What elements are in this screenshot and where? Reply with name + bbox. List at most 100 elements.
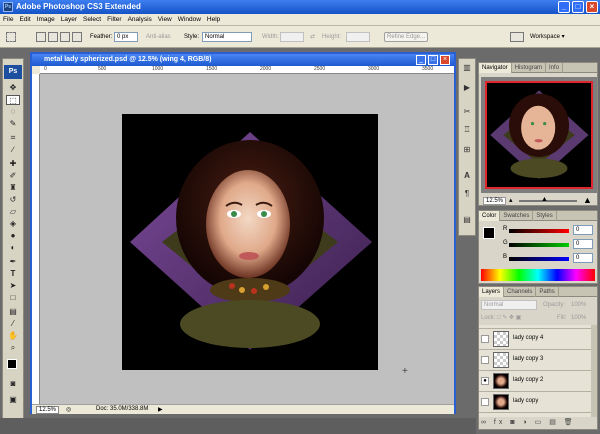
layer-name[interactable]: lady copy 2: [513, 377, 543, 383]
hand-tool-icon[interactable]: ✋: [6, 331, 20, 341]
paint-bucket-tool-icon[interactable]: ◈: [6, 219, 20, 229]
layer-name[interactable]: lady copy 3: [513, 356, 543, 362]
tab-swatches[interactable]: Swatches: [500, 211, 534, 221]
navigator-view-frame[interactable]: [485, 81, 593, 189]
eyedropper-sample-tool-icon[interactable]: ⁄: [6, 319, 20, 329]
subtract-selection-icon[interactable]: [60, 32, 70, 42]
lock-icons[interactable]: □ ✎ ✥ ▣: [497, 313, 521, 323]
channel-r-slider[interactable]: [509, 229, 569, 233]
navigator-zoom-slider[interactable]: [519, 200, 577, 202]
tab-layers[interactable]: Layers: [479, 287, 505, 297]
navigator-thumbnail[interactable]: [481, 77, 597, 193]
path-selection-tool-icon[interactable]: ➤: [6, 281, 20, 291]
menu-layer[interactable]: Layer: [58, 14, 80, 26]
blend-mode-select[interactable]: Normal: [481, 300, 537, 310]
marquee-tool-icon[interactable]: ⬚: [6, 95, 20, 105]
close-button[interactable]: ×: [586, 1, 598, 13]
layer-row[interactable]: lady copy 3: [479, 350, 591, 371]
tab-info[interactable]: Info: [546, 63, 564, 73]
refine-edge-button[interactable]: Refine Edge...: [384, 32, 428, 42]
layer-row[interactable]: lady copy: [479, 392, 591, 413]
lasso-tool-icon[interactable]: ◌: [6, 107, 20, 117]
quick-selection-tool-icon[interactable]: ✎: [6, 119, 20, 129]
visibility-toggle[interactable]: [481, 335, 489, 343]
doc-close-button[interactable]: ×: [440, 55, 450, 65]
menu-help[interactable]: Help: [204, 14, 223, 26]
color-spectrum-bar[interactable]: [481, 269, 595, 281]
channel-r-input[interactable]: 0: [573, 225, 593, 235]
history-brush-tool-icon[interactable]: ↺: [6, 195, 20, 205]
notes-tool-icon[interactable]: ▤: [6, 307, 20, 317]
marquee-tool-preset-icon[interactable]: [6, 32, 16, 42]
menu-filter[interactable]: Filter: [104, 14, 124, 26]
pen-tool-icon[interactable]: ✒: [6, 257, 20, 267]
menu-analysis[interactable]: Analysis: [125, 14, 155, 26]
zoom-out-icon[interactable]: ▴: [509, 197, 513, 204]
tab-navigator[interactable]: Navigator: [479, 63, 512, 73]
zoom-in-icon[interactable]: ▲: [583, 195, 592, 205]
clone-stamp-tool-icon[interactable]: ♜: [6, 183, 20, 193]
antialias-checkbox[interactable]: Anti-alias: [146, 32, 171, 42]
color-fg-swatch[interactable]: [483, 227, 495, 239]
minimize-button[interactable]: _: [558, 1, 570, 13]
menu-file[interactable]: File: [0, 14, 16, 26]
tab-paths[interactable]: Paths: [536, 287, 559, 297]
healing-brush-tool-icon[interactable]: ✚: [6, 159, 20, 169]
menu-edit[interactable]: Edit: [16, 14, 33, 26]
brush-tool-icon[interactable]: ✐: [6, 171, 20, 181]
move-tool-icon[interactable]: ✥: [6, 83, 20, 93]
feather-input[interactable]: 0 px: [114, 32, 138, 42]
layers-scrollbar[interactable]: [591, 325, 597, 417]
fill-value[interactable]: 100%: [571, 313, 586, 323]
navigator-zoom-field[interactable]: 12.5%: [483, 197, 507, 205]
add-selection-icon[interactable]: [48, 32, 58, 42]
status-menu-icon[interactable]: ◎: [66, 406, 71, 413]
artwork-image[interactable]: [122, 114, 378, 370]
workspace-menu[interactable]: Workspace ▾: [530, 32, 565, 42]
dodge-tool-icon[interactable]: ◐: [6, 243, 20, 253]
menu-window[interactable]: Window: [175, 14, 204, 26]
maximize-button[interactable]: □: [572, 1, 584, 13]
style-select[interactable]: Normal: [202, 32, 252, 42]
ruler-vertical[interactable]: [32, 74, 40, 404]
new-selection-icon[interactable]: [36, 32, 46, 42]
brushes-panel-icon[interactable]: ♖: [461, 125, 473, 135]
history-panel-icon[interactable]: ▥: [461, 63, 473, 73]
channel-g-slider[interactable]: [509, 243, 569, 247]
blur-tool-icon[interactable]: ●: [6, 231, 20, 241]
quick-mask-icon[interactable]: ◙: [6, 379, 20, 389]
paragraph-panel-icon[interactable]: ¶: [461, 189, 473, 199]
swap-icon[interactable]: ⇄: [310, 32, 315, 42]
menu-view[interactable]: View: [155, 14, 175, 26]
layer-name[interactable]: lady copy 4: [513, 335, 543, 341]
height-input[interactable]: [346, 32, 370, 42]
eraser-tool-icon[interactable]: ▱: [6, 207, 20, 217]
ruler-horizontal[interactable]: 0 500 1000 1500 2000 2500 3000 3500: [40, 66, 454, 74]
channel-b-input[interactable]: 0: [573, 253, 593, 263]
layer-row[interactable]: ● lady copy 2: [479, 371, 591, 392]
foreground-color-swatch[interactable]: [7, 359, 17, 369]
tab-histogram[interactable]: Histogram: [512, 63, 547, 73]
crop-tool-icon[interactable]: ⌗: [6, 133, 20, 143]
type-tool-icon[interactable]: T: [6, 269, 20, 279]
tab-styles[interactable]: Styles: [533, 211, 557, 221]
tool-presets-icon[interactable]: ✂: [461, 107, 473, 117]
zoom-tool-icon[interactable]: ⌕: [6, 343, 20, 353]
tab-channels[interactable]: Channels: [504, 287, 537, 297]
visibility-toggle[interactable]: [481, 398, 489, 406]
layer-name[interactable]: lady copy: [513, 398, 538, 404]
screen-mode-icon[interactable]: ▣: [6, 395, 20, 405]
workspace-icon[interactable]: [510, 32, 524, 42]
menu-select[interactable]: Select: [80, 14, 104, 26]
zoom-slider-thumb[interactable]: ▲: [541, 196, 548, 203]
opacity-value[interactable]: 100%: [571, 300, 586, 310]
eye-icon[interactable]: ●: [481, 377, 489, 385]
layer-row[interactable]: lady copy 4: [479, 329, 591, 350]
actions-panel-icon[interactable]: ▶: [461, 83, 473, 93]
channel-g-input[interactable]: 0: [573, 239, 593, 249]
canvas-area[interactable]: +: [40, 74, 454, 404]
layer-comps-icon[interactable]: ▤: [461, 215, 473, 225]
doc-maximize-button[interactable]: □: [428, 55, 438, 65]
layers-footer-icons[interactable]: ∞ fx ◙ ◑ ▭ ▤ 🗑: [481, 418, 595, 428]
rectangle-tool-icon[interactable]: □: [6, 293, 20, 303]
